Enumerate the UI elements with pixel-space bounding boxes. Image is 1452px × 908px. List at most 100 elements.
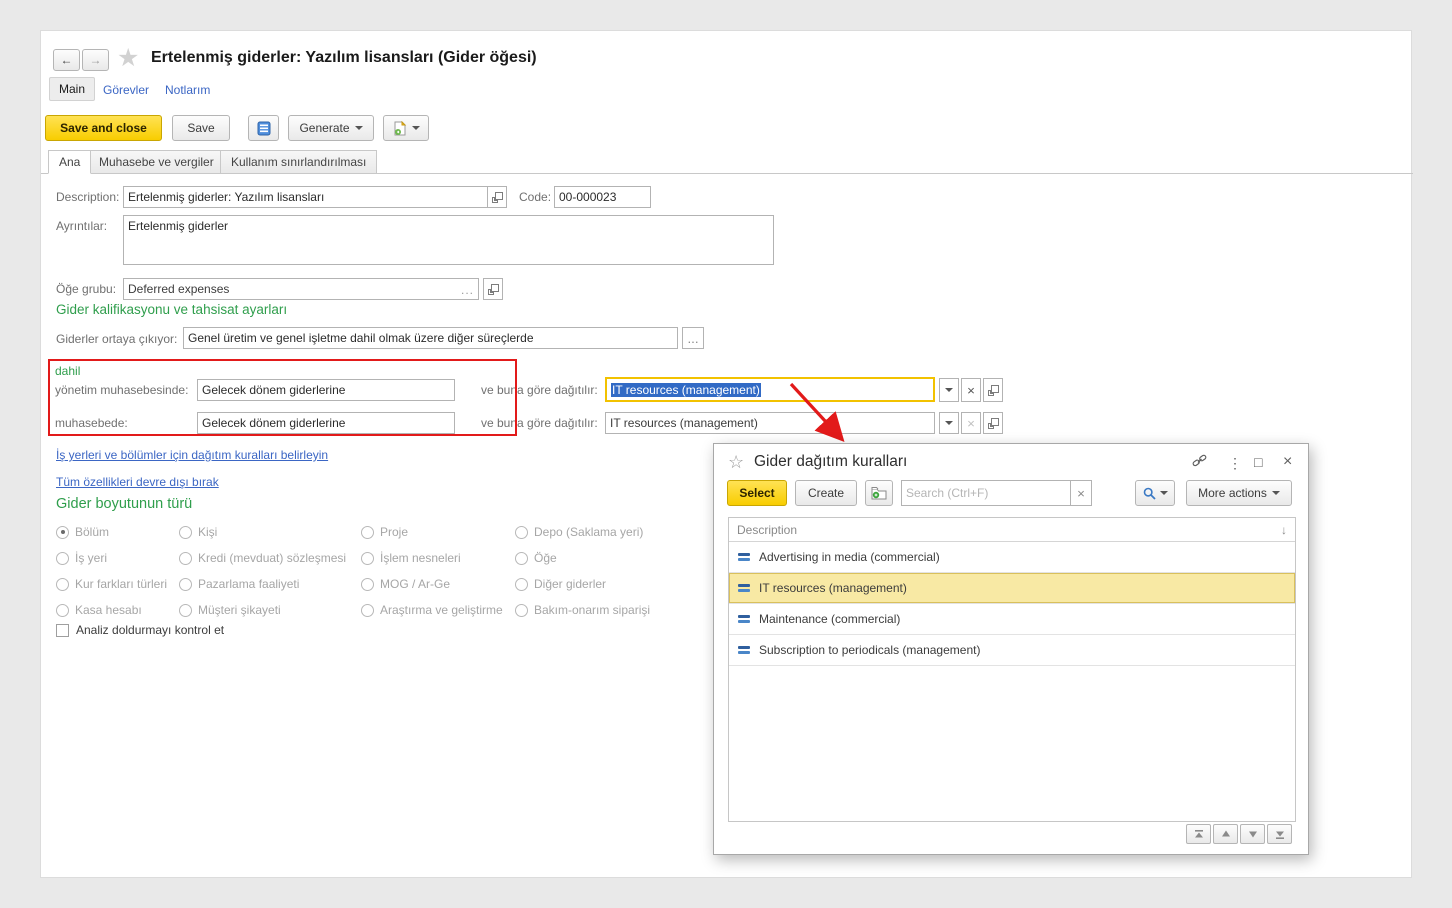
radio-icon [56,526,69,539]
radio-arastirma[interactable]: Araştırma ve geliştirme [361,603,515,617]
set-distribution-rules-link[interactable]: İş yerleri ve bölümler için dağıtım kura… [56,448,328,462]
tab-gorevler[interactable]: Görevler [103,83,149,97]
mgmt-accounting-input[interactable] [197,379,455,401]
incurred-ellipsis-button[interactable]: ... [682,327,704,349]
get-link-button[interactable] [1192,454,1207,470]
export-button[interactable] [383,115,429,141]
report-button[interactable] [248,115,279,141]
list-item[interactable]: Subscription to periodicals (management) [729,635,1295,666]
radio-icon [56,578,69,591]
radio-icon [179,578,192,591]
radio-pazarlama[interactable]: Pazarlama faaliyeti [179,577,361,591]
description-open-button[interactable] [487,186,507,208]
radio-depo[interactable]: Depo (Saklama yeri) [515,525,735,539]
radio-bakim-onarim[interactable]: Bakım-onarım siparişi [515,603,735,617]
magnifier-icon [1143,487,1156,500]
radio-musteri-sikayeti[interactable]: Müşteri şikayeti [179,603,361,617]
distribution-rule-combo-1[interactable]: IT resources (management) [605,377,935,402]
ellipsis-icon[interactable]: ... [461,283,474,297]
search-clear-button[interactable]: × [1070,480,1092,506]
radio-is-yeri[interactable]: İş yeri [56,551,179,565]
favorite-star-icon[interactable]: ★ [117,43,139,73]
forward-icon: → [90,53,102,67]
radio-islem-nesneleri[interactable]: İşlem nesneleri [361,551,515,565]
list-navigation [1186,824,1292,844]
formtab-muhasebe[interactable]: Muhasebe ve vergiler [88,150,225,174]
more-actions-button[interactable]: More actions [1186,480,1292,506]
checkbox-label: Analiz doldurmayı kontrol et [76,623,224,637]
description-input[interactable] [123,186,488,208]
save-and-close-button[interactable]: Save and close [45,115,162,141]
details-textarea[interactable]: Ertelenmiş giderler [123,215,774,265]
description-label: Description: [56,190,119,204]
go-last-button[interactable] [1267,824,1292,844]
distribution-rule-combo-2[interactable]: IT resources (management) [605,412,935,434]
radio-kredi[interactable]: Kredi (mevduat) sözleşmesi [179,551,361,565]
combo1-open-button[interactable] [983,378,1003,402]
code-label: Code: [519,190,551,204]
radio-icon [515,604,528,617]
combo2-clear-button[interactable]: × [961,412,981,434]
radio-icon [179,552,192,565]
combo1-clear-button[interactable]: × [961,378,981,402]
save-button[interactable]: Save [172,115,230,141]
code-input[interactable] [554,186,651,208]
radio-oge[interactable]: Öğe [515,551,735,565]
radio-icon [56,604,69,617]
formtab-kullanim[interactable]: Kullanım sınırlandırılması [220,150,377,174]
list-header[interactable]: Description ↓ [729,518,1295,542]
sort-descending-icon[interactable]: ↓ [1281,523,1287,537]
list-item-icon [738,615,750,623]
incurred-input[interactable] [183,327,678,349]
radio-bolum[interactable]: Bölüm [56,525,179,539]
combo1-dropdown-button[interactable] [939,378,959,402]
section-dimension-title: Gider boyutunun türü [56,496,192,512]
radio-diger-giderler[interactable]: Diğer giderler [515,577,735,591]
disable-all-features-link[interactable]: Tüm özellikleri devre dışı bırak [56,475,219,489]
kebab-menu-icon[interactable]: ⋮ [1228,456,1242,470]
list-item[interactable]: Advertising in media (commercial) [729,542,1295,573]
radio-icon [361,552,374,565]
fin-accounting-input[interactable] [197,412,455,434]
item-group-open-button[interactable] [483,278,503,300]
radio-kisi[interactable]: Kişi [179,525,361,539]
radio-icon [515,526,528,539]
radio-icon [515,578,528,591]
select-button[interactable]: Select [727,480,787,506]
radio-icon [515,552,528,565]
report-icon [257,121,271,136]
radio-kur-farklari[interactable]: Kur farkları türleri [56,577,179,591]
search-options-button[interactable] [1135,480,1175,506]
item-group-label: Öğe grubu: [56,282,116,296]
fin-accounting-label: muhasebede: [55,416,128,430]
generate-button[interactable]: Generate [288,115,374,141]
formtab-ana[interactable]: Ana [48,150,91,174]
item-group-field[interactable]: Deferred expenses ... [123,278,479,300]
up-icon [1221,830,1231,838]
list-item-selected[interactable]: IT resources (management) [729,573,1295,604]
radio-mog-arge[interactable]: MOG / Ar-Ge [361,577,515,591]
go-up-button[interactable] [1213,824,1238,844]
tab-notlarim[interactable]: Notlarım [165,83,210,97]
favorite-star-outline-icon[interactable]: ☆ [728,452,744,473]
tab-main[interactable]: Main [49,77,95,101]
mgmt-accounting-label: yönetim muhasebesinde: [55,383,188,397]
maximize-icon[interactable]: □ [1254,455,1262,469]
section-qualification-title: Gider kalifikasyonu ve tahsisat ayarları [56,302,287,317]
combo2-open-button[interactable] [983,412,1003,434]
back-button[interactable]: ← [53,49,80,71]
create-button[interactable]: Create [795,480,857,506]
list-item[interactable]: Maintenance (commercial) [729,604,1295,635]
radio-kasa-hesabi[interactable]: Kasa hesabı [56,603,179,617]
check-analysis-checkbox[interactable]: Analiz doldurmayı kontrol et [56,623,224,637]
create-group-button[interactable] [865,480,893,506]
combo2-dropdown-button[interactable] [939,412,959,434]
radio-icon [361,578,374,591]
forward-button[interactable]: → [82,49,109,71]
radio-proje[interactable]: Proje [361,525,515,539]
go-first-button[interactable] [1186,824,1211,844]
chevron-down-icon [945,421,953,425]
search-input[interactable] [901,480,1071,506]
close-icon[interactable]: × [1283,455,1292,469]
go-down-button[interactable] [1240,824,1265,844]
